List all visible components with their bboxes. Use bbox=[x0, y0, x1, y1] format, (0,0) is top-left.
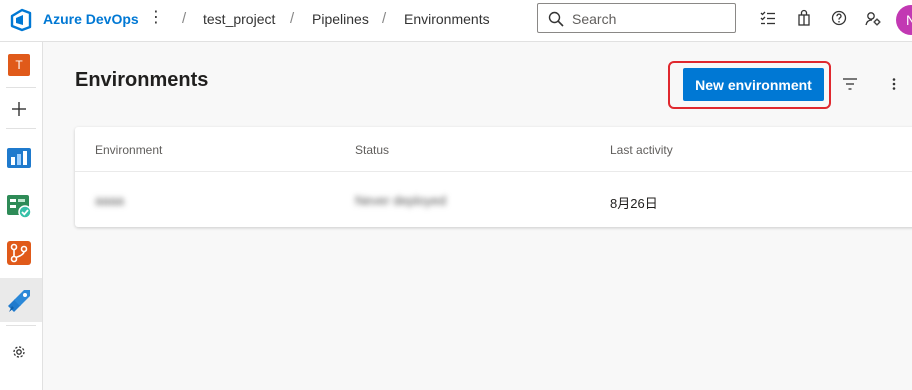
page-title: Environments bbox=[75, 69, 209, 91]
breadcrumb-separator: / bbox=[382, 10, 387, 27]
top-bar: Azure DevOps ⋮ / test_project / Pipeline… bbox=[0, 0, 912, 42]
rail-divider bbox=[6, 128, 36, 129]
user-avatar[interactable]: N bbox=[896, 5, 912, 35]
repos-icon[interactable] bbox=[6, 240, 32, 266]
status-cell: Never deployed bbox=[355, 193, 447, 208]
brand-name[interactable]: Azure DevOps bbox=[43, 11, 139, 27]
azure-devops-logo-icon[interactable] bbox=[9, 8, 33, 32]
search-input[interactable] bbox=[570, 9, 724, 29]
environments-table: Environment Status Last activity aaaa Ne… bbox=[75, 127, 912, 227]
header-divider bbox=[75, 171, 912, 172]
breadcrumb-separator: / bbox=[182, 10, 187, 27]
rail-divider bbox=[6, 87, 36, 88]
last-activity-cell: 8月26日 bbox=[610, 196, 658, 211]
new-environment-button[interactable]: New environment bbox=[683, 68, 824, 101]
search-box[interactable] bbox=[537, 3, 736, 33]
rail-divider bbox=[6, 325, 36, 326]
add-icon[interactable] bbox=[6, 96, 32, 122]
gear-icon[interactable] bbox=[11, 344, 27, 360]
column-header-last-activity[interactable]: Last activity bbox=[610, 143, 673, 157]
help-icon[interactable] bbox=[830, 9, 848, 27]
boards-icon[interactable] bbox=[6, 145, 32, 171]
marketplace-bag-icon[interactable] bbox=[795, 9, 813, 27]
left-navigation-rail: T bbox=[0, 42, 43, 390]
breadcrumb-project[interactable]: test_project bbox=[203, 11, 275, 27]
breadcrumb-separator: / bbox=[290, 10, 295, 27]
org-more-icon[interactable]: ⋮ bbox=[148, 8, 164, 28]
task-list-icon[interactable] bbox=[759, 9, 777, 27]
user-settings-icon[interactable] bbox=[864, 9, 882, 27]
more-options-icon[interactable] bbox=[887, 76, 901, 92]
column-header-environment[interactable]: Environment bbox=[95, 143, 162, 157]
search-icon bbox=[548, 11, 564, 27]
test-plans-icon[interactable] bbox=[6, 193, 32, 219]
column-header-status[interactable]: Status bbox=[355, 143, 389, 157]
filter-icon[interactable] bbox=[842, 77, 858, 91]
pipelines-icon[interactable] bbox=[6, 288, 32, 314]
breadcrumb-environments[interactable]: Environments bbox=[404, 11, 490, 27]
project-avatar[interactable]: T bbox=[8, 54, 30, 76]
breadcrumb-pipelines[interactable]: Pipelines bbox=[312, 11, 369, 27]
environment-name-cell[interactable]: aaaa bbox=[95, 193, 124, 208]
